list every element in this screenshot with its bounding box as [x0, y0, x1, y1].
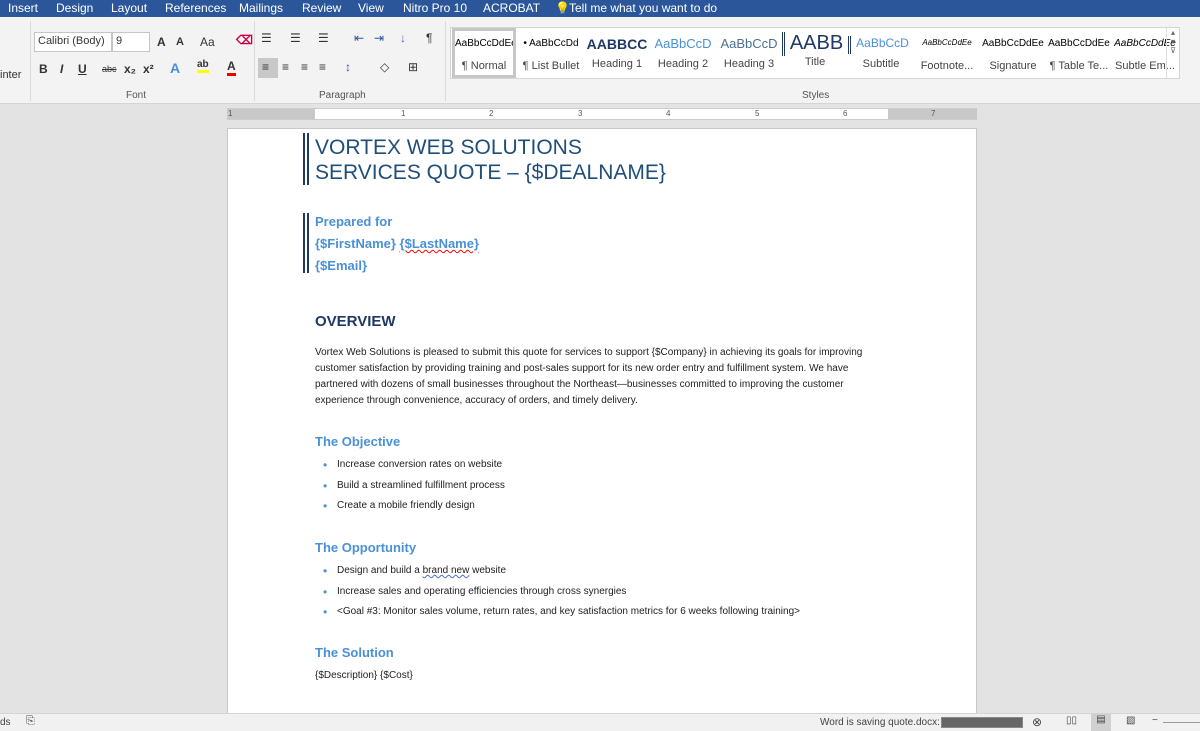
prepared-for-label: Prepared for	[315, 214, 393, 229]
status-bar: ds ⎘ Word is saving quote.docx: ⊗ ▯▯ ▤ ▧…	[0, 713, 1200, 731]
text-effects-button[interactable]: A	[170, 60, 180, 76]
show-marks-button[interactable]: ¶	[426, 31, 432, 45]
style-table-text[interactable]: AaBbCcDdEe ¶ Table Te...	[1046, 28, 1112, 78]
line-spacing-icon[interactable]: ↕	[345, 60, 351, 74]
tab-references[interactable]: References	[165, 1, 226, 15]
italic-button[interactable]: I	[60, 62, 63, 76]
superscript-button[interactable]: x²	[143, 62, 154, 76]
tell-me-search[interactable]: Tell me what you want to do	[569, 1, 717, 15]
overview-paragraph: Vortex Web Solutions is pleased to submi…	[315, 347, 863, 406]
cancel-save-icon[interactable]: ⊗	[1032, 715, 1042, 729]
email-field: {$Email}	[315, 258, 368, 273]
font-color-button[interactable]: A	[227, 59, 236, 76]
tab-review[interactable]: Review	[302, 1, 341, 15]
underline-button[interactable]: U	[78, 62, 87, 76]
align-left-icon: ≡	[262, 60, 270, 74]
style-heading-3[interactable]: AaBbCcD Heading 3	[716, 28, 782, 78]
saving-progress-bar	[941, 717, 1023, 728]
decrease-indent-icon[interactable]: ⇤	[354, 31, 364, 45]
list-item: <Goal #3: Monitor sales volume, return r…	[315, 602, 875, 623]
bullets-icon[interactable]: ☰	[261, 31, 272, 45]
zoom-slider[interactable]	[1163, 722, 1200, 723]
horizontal-ruler[interactable]: 1 1 2 3 4 5 6 7	[227, 108, 977, 120]
font-name-select[interactable]: Calibri (Body)	[34, 32, 112, 52]
align-right-button[interactable]: ≡	[301, 60, 308, 74]
borders-icon[interactable]: ⊞	[408, 60, 418, 74]
tab-acrobat[interactable]: ACROBAT	[483, 1, 540, 15]
tab-design[interactable]: Design	[56, 1, 93, 15]
style-footnote[interactable]: AaBbCcDdEe Footnote...	[914, 28, 980, 78]
opportunity-list: Design and build a brand new website Inc…	[315, 561, 875, 623]
bold-button[interactable]: B	[39, 62, 48, 76]
subscript-button[interactable]: x₂	[124, 62, 136, 76]
multilevel-list-icon[interactable]: ☰	[318, 31, 329, 45]
increase-indent-icon[interactable]: ⇥	[374, 31, 384, 45]
tab-insert[interactable]: Insert	[8, 1, 38, 15]
list-item: Create a mobile friendly design	[315, 496, 875, 517]
align-center-button[interactable]: ≡	[282, 60, 289, 74]
doc-title-line1: VORTEX WEB SOLUTIONS	[315, 136, 582, 159]
justify-button[interactable]: ≡	[319, 60, 326, 74]
first-name-field: {$FirstName}	[315, 236, 400, 251]
shrink-font-button[interactable]: A	[176, 36, 184, 48]
opportunity-heading: The Opportunity	[315, 540, 417, 555]
shading-icon[interactable]: ◇	[380, 60, 389, 74]
web-layout-icon[interactable]: ▧	[1126, 715, 1135, 726]
read-mode-icon[interactable]: ▯▯	[1066, 715, 1077, 726]
strikethrough-button[interactable]: abc	[102, 64, 117, 74]
doc-title-line2: SERVICES QUOTE – {$DEALNAME}	[315, 161, 666, 184]
styles-gallery: AaBbCcDdEe ¶ Normal • AaBbCcDd ¶ List Bull…	[450, 27, 1180, 79]
prepared-for-block: Prepared for {$FirstName} {$LastName} {$…	[315, 211, 875, 277]
ribbon-tabs: Insert Design Layout References Mailings…	[0, 0, 1200, 17]
style-title[interactable]: AABB Title	[782, 28, 848, 78]
tab-view[interactable]: View	[358, 1, 384, 15]
highlight-button[interactable]: ab	[197, 59, 209, 73]
font-group-label: Font	[126, 90, 147, 101]
list-item: Increase conversion rates on website	[315, 455, 875, 476]
style-heading-2[interactable]: AaBbCcD Heading 2	[650, 28, 716, 78]
solution-text: {$Description} {$Cost}	[315, 670, 413, 681]
objective-list: Increase conversion rates on website Bui…	[315, 455, 875, 517]
list-item: Increase sales and operating efficiencie…	[315, 582, 875, 603]
saving-status: Word is saving quote.docx:	[820, 717, 940, 728]
sort-icon[interactable]: ↓	[400, 31, 406, 45]
tab-layout[interactable]: Layout	[111, 1, 147, 15]
tell-me-icon: 💡	[555, 1, 570, 15]
zoom-out-icon[interactable]: −	[1152, 715, 1158, 726]
document-page[interactable]: VORTEX WEB SOLUTIONS SERVICES QUOTE – {$…	[227, 128, 977, 728]
grow-font-button[interactable]: A	[157, 35, 166, 49]
objective-heading: The Objective	[315, 434, 401, 449]
print-layout-icon[interactable]: ▤	[1091, 714, 1111, 731]
numbering-icon[interactable]: ☰	[290, 31, 301, 45]
style-heading-1[interactable]: AABBCC Heading 1	[584, 28, 650, 78]
change-case-button[interactable]: Aa	[200, 35, 215, 49]
list-item: Design and build a brand new website	[315, 561, 875, 582]
style-list-bullet[interactable]: • AaBbCcDd ¶ List Bullet	[518, 28, 584, 78]
style-signature[interactable]: AaBbCcDdEe Signature	[980, 28, 1046, 78]
font-size-select[interactable]: 9	[112, 32, 150, 52]
style-normal[interactable]: AaBbCcDdEe ¶ Normal	[452, 28, 516, 78]
format-painter-label[interactable]: inter	[0, 69, 21, 81]
style-subtitle[interactable]: AaBbCcD Subtitle	[848, 28, 914, 78]
paragraph-group-label: Paragraph	[319, 90, 366, 101]
macro-icon[interactable]: ⎘	[26, 715, 35, 728]
styles-group-label: Styles	[802, 90, 830, 101]
gallery-scrollbar[interactable]: ▴ ▾ ⊽	[1166, 28, 1179, 78]
list-item: Build a streamlined fulfillment process	[315, 476, 875, 497]
tab-mailings[interactable]: Mailings	[239, 1, 283, 15]
solution-heading: The Solution	[315, 645, 394, 660]
tab-nitro[interactable]: Nitro Pro 10	[403, 1, 467, 15]
clear-formatting-icon[interactable]: ⌫	[236, 33, 253, 47]
last-name-field: {$LastName}	[399, 236, 480, 251]
overview-heading: OVERVIEW	[315, 313, 396, 330]
